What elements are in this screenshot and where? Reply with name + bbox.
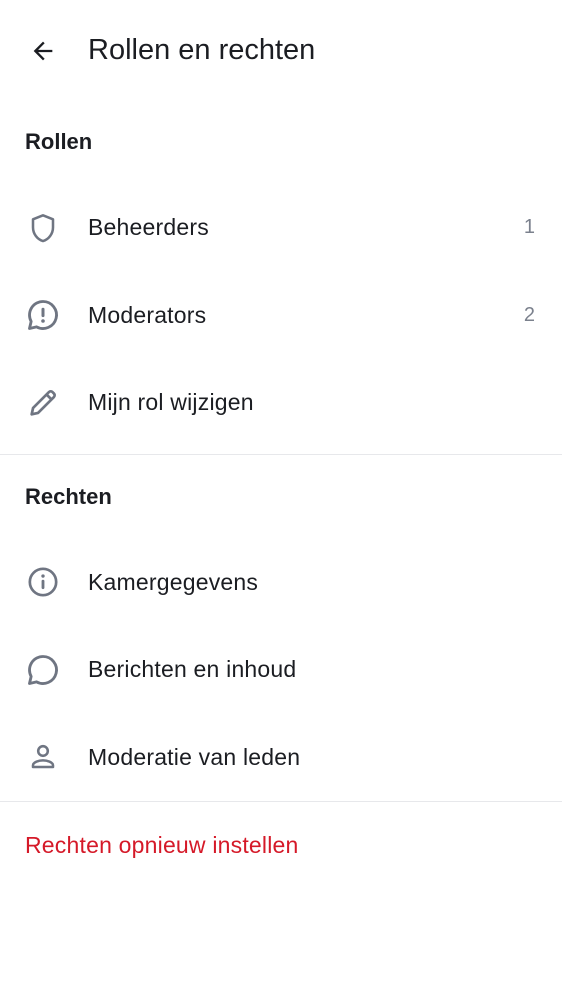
pencil-icon [22, 382, 64, 424]
row-berichten-en-inhoud[interactable]: Berichten en inhoud [0, 626, 562, 714]
row-mijn-rol-wijzigen[interactable]: Mijn rol wijzigen [0, 359, 562, 447]
member-count: 2 [523, 303, 535, 326]
row-moderators[interactable]: Moderators 2 [0, 272, 562, 360]
section-header-rechten: Rechten [25, 483, 112, 509]
section-header-rollen: Rollen [25, 129, 93, 154]
row-label: Moderators [88, 301, 207, 328]
row-kamergegevens[interactable]: Kamergegevens [0, 539, 562, 627]
top-app-bar: Rollen en rechten [0, 0, 562, 100]
member-count: 1 [523, 216, 535, 239]
page-title: Rollen en rechten [88, 34, 316, 66]
row-label: Kamergegevens [88, 568, 259, 595]
back-button[interactable] [18, 26, 68, 76]
shield-icon [22, 207, 64, 249]
row-moderatie-van-leden[interactable]: Moderatie van leden [0, 714, 562, 802]
row-beheerders[interactable]: Beheerders 1 [0, 184, 562, 272]
reset-permissions-button[interactable]: Rechten opnieuw instellen [0, 802, 562, 888]
user-icon [22, 736, 64, 778]
row-label: Beheerders [88, 214, 209, 241]
chat-bubble-icon [22, 649, 64, 691]
arrow-left-icon [29, 37, 57, 65]
row-label: Berichten en inhoud [88, 656, 297, 683]
alert-bubble-icon [22, 294, 64, 336]
row-label: Mijn rol wijzigen [88, 389, 254, 416]
row-label: Moderatie van leden [88, 743, 301, 770]
info-icon [22, 561, 64, 603]
